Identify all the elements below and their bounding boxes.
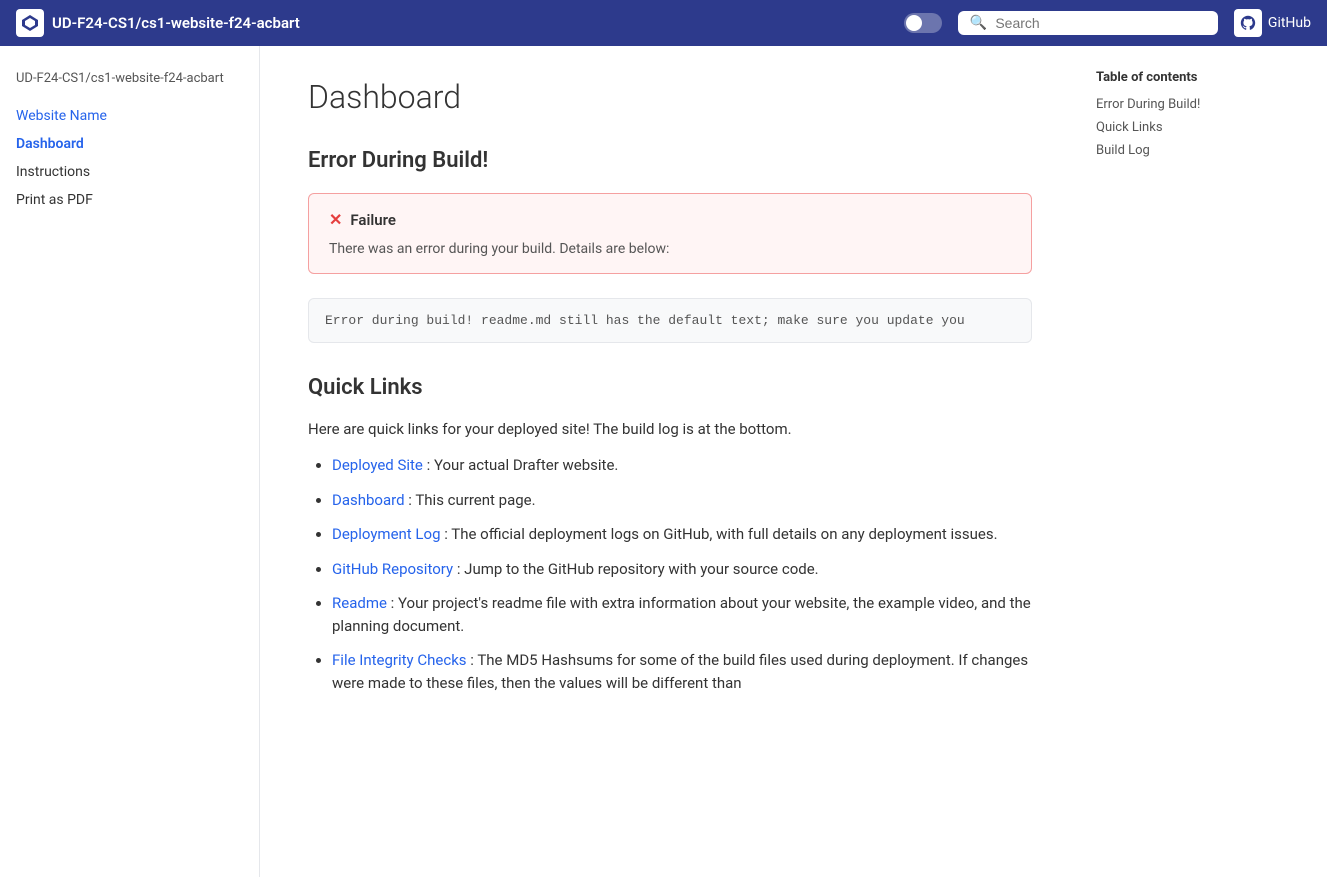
deployment-log-desc: : The official deployment logs on GitHub… [444, 525, 997, 543]
list-item: Readme : Your project's readme file with… [332, 592, 1032, 637]
quick-links-list: Deployed Site : Your actual Drafter webs… [308, 454, 1032, 694]
github-logo [1239, 14, 1257, 32]
toc-list: Error During Build! Quick Links Build Lo… [1096, 97, 1284, 158]
sidebar-item-instructions[interactable]: Instructions [16, 160, 243, 184]
main-content: Dashboard Error During Build! ✕ Failure … [260, 46, 1080, 877]
toggle-knob [906, 15, 922, 31]
sidebar-breadcrumb: UD-F24-CS1/cs1-website-f24-acbart [16, 70, 243, 88]
sidebar-item-print-as-pdf[interactable]: Print as PDF [16, 188, 243, 212]
dashboard-link[interactable]: Dashboard [332, 491, 405, 509]
error-build-heading: Error During Build! [308, 148, 1032, 173]
toc-sidebar: Table of contents Error During Build! Qu… [1080, 46, 1300, 877]
error-build-section: Error During Build! ✕ Failure There was … [308, 148, 1032, 343]
page-layout: UD-F24-CS1/cs1-website-f24-acbart Websit… [0, 46, 1327, 877]
error-code-block: Error during build! readme.md still has … [308, 298, 1032, 343]
github-label: GitHub [1268, 15, 1311, 31]
github-repo-desc: : Jump to the GitHub repository with you… [457, 560, 819, 578]
logo-icon [16, 9, 44, 37]
dashboard-desc: : This current page. [408, 491, 535, 509]
readme-link[interactable]: Readme [332, 594, 387, 612]
search-input[interactable] [995, 15, 1206, 31]
sidebar-item-website-name[interactable]: Website Name [16, 104, 243, 128]
nav-title: UD-F24-CS1/cs1-website-f24-acbart [52, 14, 300, 32]
list-item: GitHub Repository : Jump to the GitHub r… [332, 558, 1032, 581]
readme-desc: : Your project's readme file with extra … [332, 594, 1031, 635]
top-nav: UD-F24-CS1/cs1-website-f24-acbart 🔍 GitH… [0, 0, 1327, 46]
github-icon [1234, 9, 1262, 37]
deployment-log-link[interactable]: Deployment Log [332, 525, 441, 543]
sidebar: UD-F24-CS1/cs1-website-f24-acbart Websit… [0, 46, 260, 877]
deployed-site-link[interactable]: Deployed Site [332, 456, 423, 474]
nav-logo: UD-F24-CS1/cs1-website-f24-acbart [16, 9, 300, 37]
toc-item-error-build[interactable]: Error During Build! [1096, 97, 1284, 112]
page-title: Dashboard [308, 78, 1032, 116]
list-item: Dashboard : This current page. [332, 489, 1032, 512]
error-x-icon: ✕ [329, 210, 342, 229]
toc-title: Table of contents [1096, 70, 1284, 85]
error-box-label: Failure [350, 211, 396, 229]
error-box-message: There was an error during your build. De… [329, 241, 1011, 257]
search-bar[interactable]: 🔍 [958, 11, 1218, 35]
nav-toggle[interactable] [904, 13, 942, 33]
sidebar-item-dashboard[interactable]: Dashboard [16, 132, 243, 156]
github-link[interactable]: GitHub [1234, 9, 1311, 37]
search-icon: 🔍 [970, 15, 987, 31]
error-box: ✕ Failure There was an error during your… [308, 193, 1032, 274]
quick-links-section: Quick Links Here are quick links for you… [308, 375, 1032, 694]
theme-toggle[interactable] [904, 13, 942, 33]
toc-item-build-log[interactable]: Build Log [1096, 143, 1284, 158]
github-repo-link[interactable]: GitHub Repository [332, 560, 453, 578]
list-item: Deployment Log : The official deployment… [332, 523, 1032, 546]
error-code-text: Error during build! readme.md still has … [325, 313, 965, 328]
error-box-header: ✕ Failure [329, 210, 1011, 229]
deployed-site-desc: : Your actual Drafter website. [427, 456, 619, 474]
quick-links-heading: Quick Links [308, 375, 1032, 400]
toc-item-quick-links[interactable]: Quick Links [1096, 120, 1284, 135]
file-integrity-link[interactable]: File Integrity Checks [332, 651, 467, 669]
logo-svg [20, 13, 40, 33]
quick-links-intro: Here are quick links for your deployed s… [308, 420, 1032, 438]
list-item: Deployed Site : Your actual Drafter webs… [332, 454, 1032, 477]
list-item: File Integrity Checks : The MD5 Hashsums… [332, 649, 1032, 694]
sidebar-nav: Website Name Dashboard Instructions Prin… [16, 104, 243, 212]
